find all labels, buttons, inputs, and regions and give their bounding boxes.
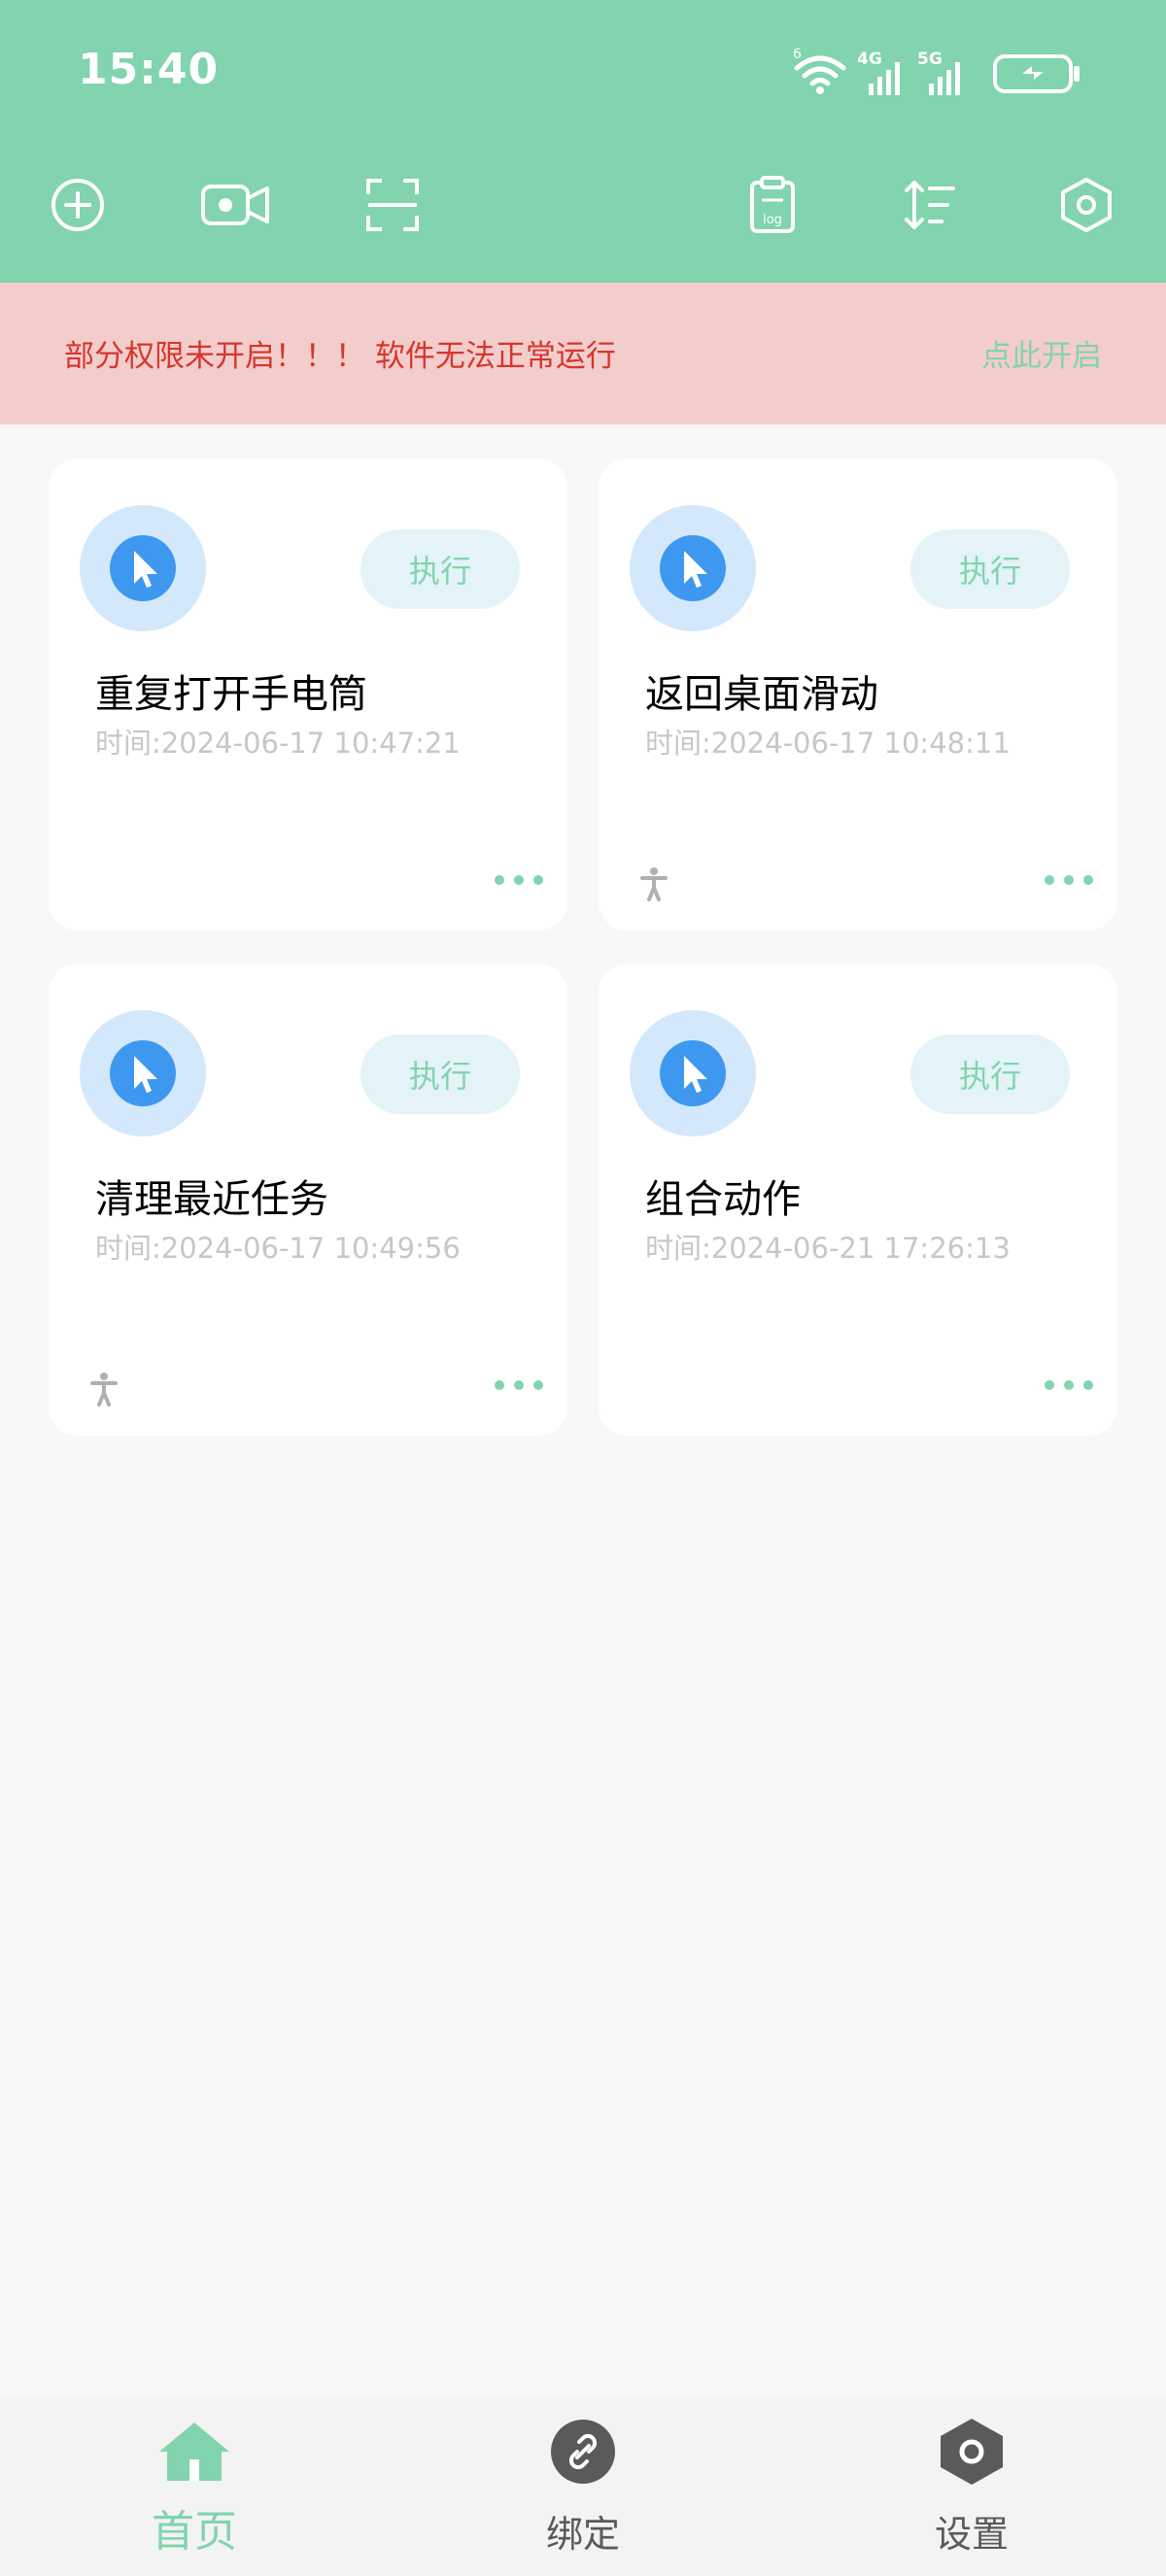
status-time: 15:40: [78, 45, 220, 94]
task-title: 返回桌面滑动: [645, 672, 878, 717]
home-icon: [159, 2423, 229, 2481]
task-icon: [630, 505, 756, 631]
scan-icon: [366, 179, 419, 231]
wifi-6-label: 6: [793, 47, 802, 62]
network-5g-label: 5G: [917, 50, 943, 69]
cursor-icon: [684, 1056, 707, 1093]
wifi-icon: [794, 55, 846, 86]
task-time: 时间:2024-06-17 10:47:21: [95, 727, 461, 760]
nav-item-home[interactable]: 首页: [68, 2395, 321, 2576]
more-options-icon[interactable]: [492, 1375, 546, 1395]
nav-label-home: 首页: [152, 2507, 237, 2557]
more-options-icon[interactable]: [1042, 870, 1096, 890]
execute-button[interactable]: 执行: [910, 529, 1070, 609]
battery-icon: [993, 54, 1080, 93]
nav-item-bind[interactable]: 绑定: [457, 2395, 709, 2576]
add-icon: [51, 179, 104, 231]
permission-warning-text: 部分权限未开启！！！ 软件无法正常运行: [64, 339, 616, 374]
execute-button[interactable]: 执行: [910, 1034, 1070, 1114]
link-icon: [551, 2420, 615, 2484]
log-button[interactable]: log: [734, 171, 811, 239]
accessibility-icon: [640, 867, 668, 901]
task-title: 重复打开手电筒: [95, 672, 367, 717]
video-record-icon: [201, 185, 269, 225]
cursor-icon: [134, 551, 157, 588]
task-card[interactable]: 执行 重复打开手电筒 时间:2024-06-17 10:47:21: [49, 458, 567, 931]
accessibility-icon: [90, 1373, 118, 1407]
record-button[interactable]: [196, 171, 274, 239]
settings-button[interactable]: [1047, 171, 1125, 239]
task-time: 时间:2024-06-17 10:48:11: [645, 727, 1011, 760]
log-clipboard-icon: log: [750, 176, 795, 233]
enable-permission-link[interactable]: 点此开启: [981, 331, 1102, 375]
log-text: log: [763, 213, 782, 227]
task-title: 组合动作: [645, 1177, 801, 1222]
add-button[interactable]: [39, 171, 117, 239]
app-header: 15:40 6 4G 5G log: [0, 0, 1166, 283]
execute-button[interactable]: 执行: [360, 529, 520, 609]
task-card[interactable]: 执行 组合动作 时间:2024-06-21 17:26:13: [599, 964, 1117, 1436]
task-time: 时间:2024-06-21 17:26:13: [645, 1232, 1011, 1265]
more-options-icon[interactable]: [492, 870, 546, 890]
task-card[interactable]: 执行 返回桌面滑动 时间:2024-06-17 10:48:11: [599, 458, 1117, 931]
cursor-icon: [684, 551, 707, 588]
cursor-icon: [134, 1056, 157, 1093]
execute-button[interactable]: 执行: [360, 1034, 520, 1114]
task-time: 时间:2024-06-17 10:49:56: [95, 1232, 461, 1265]
task-title: 清理最近任务: [95, 1177, 328, 1222]
scan-button[interactable]: [354, 171, 431, 239]
bottom-nav: 首页 绑定 设置: [0, 2395, 1166, 2576]
more-options-icon[interactable]: [1042, 1375, 1096, 1395]
task-card[interactable]: 执行 清理最近任务 时间:2024-06-17 10:49:56: [49, 964, 567, 1436]
nav-label-settings: 设置: [934, 2513, 1009, 2556]
nav-label-bind: 绑定: [545, 2513, 620, 2556]
status-icons: 6 4G 5G: [791, 45, 1092, 99]
task-icon: [630, 1010, 756, 1136]
sort-button[interactable]: [890, 171, 968, 239]
network-4g-label: 4G: [857, 50, 882, 69]
settings-hex-icon: [1061, 178, 1112, 232]
sort-icon: [905, 181, 955, 229]
settings-icon: [941, 2419, 1003, 2485]
nav-item-settings[interactable]: 设置: [845, 2395, 1098, 2576]
permission-banner: 部分权限未开启！！！ 软件无法正常运行 点此开启: [0, 283, 1166, 424]
task-icon: [80, 505, 206, 631]
task-icon: [80, 1010, 206, 1136]
